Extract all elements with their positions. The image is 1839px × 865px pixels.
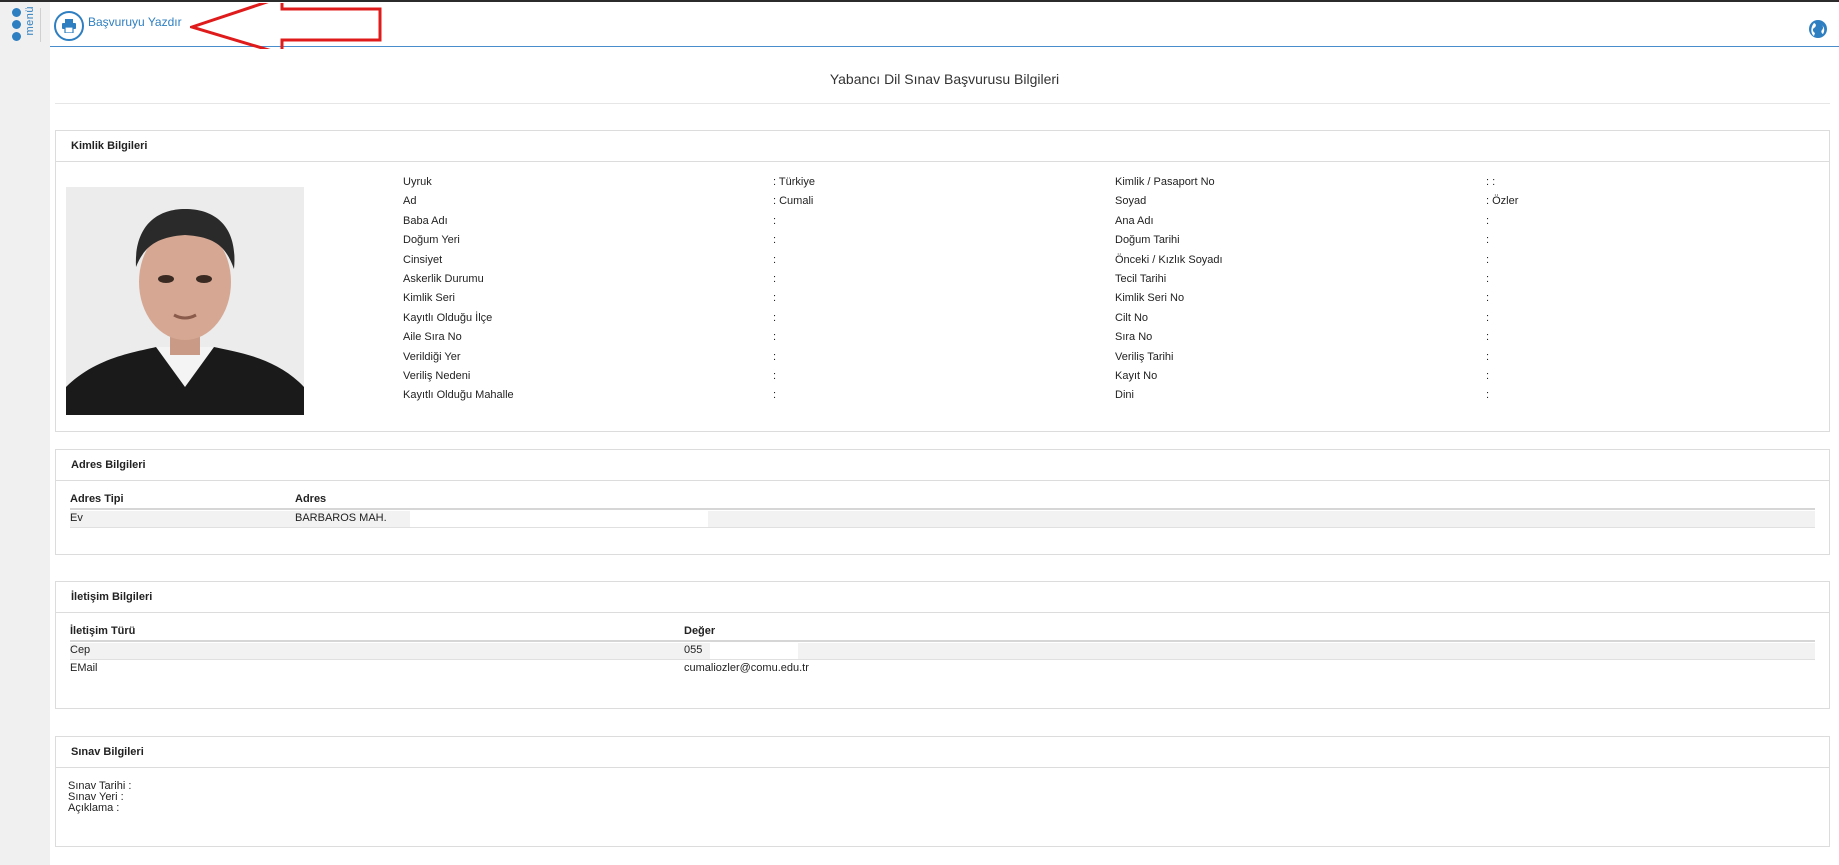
table-row: Cep 055	[70, 643, 1815, 660]
address-table-header: Adres Tipi Adres	[70, 492, 1815, 510]
identity-field-label: Kayıt No	[1115, 370, 1158, 382]
identity-field-value: :	[1486, 389, 1490, 402]
identity-field-value: :	[773, 234, 777, 247]
address-cell: BARBAROS MAH.	[295, 512, 387, 524]
table-row: Ev BARBAROS MAH.	[70, 511, 1815, 528]
identity-field-label: Kimlik Seri No	[1115, 292, 1185, 305]
menu-label: menü	[24, 6, 36, 36]
identity-field-label: Veriliş Tarihi	[1115, 350, 1174, 363]
contact-value-cell: cumaliozler@comu.edu.tr	[684, 662, 809, 674]
profile-photo	[66, 187, 304, 415]
exam-note-line: Açıklama :	[68, 802, 120, 814]
contact-panel-heading: İletişim Bilgileri	[56, 582, 1829, 613]
window-top-border	[0, 0, 1839, 2]
identity-field-value: :	[1486, 350, 1490, 363]
identity-field-label: Doğum Yeri	[403, 234, 460, 247]
identity-field-label: Kimlik / Pasaport No	[1115, 176, 1215, 188]
address-type-cell: Ev	[70, 512, 83, 524]
identity-field-value: :	[1486, 292, 1490, 305]
printer-icon	[54, 11, 84, 41]
identity-field-label: Kimlik Seri	[403, 292, 455, 305]
address-header: Adres	[295, 493, 327, 505]
table-row: EMail cumaliozler@comu.edu.tr	[70, 661, 1815, 677]
identity-field-value: :	[1486, 370, 1490, 382]
identity-field-label: Kayıtlı Olduğu Mahalle	[403, 389, 514, 402]
identity-field-value: : Türkiye	[773, 176, 815, 188]
identity-field-value: : :	[1486, 176, 1496, 188]
print-application-button[interactable]: Başvuruyu Yazdır	[54, 9, 182, 43]
contact-value-header: Değer	[684, 625, 716, 637]
identity-field-value: :	[1486, 273, 1490, 285]
identity-field-value: :	[1486, 234, 1490, 247]
red-arrow-annotation	[190, 3, 382, 49]
contact-type-cell: EMail	[70, 662, 98, 674]
identity-field-value: :	[773, 253, 777, 266]
identity-field-label: Doğum Tarihi	[1115, 234, 1180, 247]
exam-panel-heading: Sınav Bilgileri	[56, 737, 1829, 768]
print-application-label: Başvuruyu Yazdır	[88, 15, 182, 29]
contact-panel: İletişim Bilgileri İletişim Türü Değer C…	[55, 581, 1830, 709]
identity-field-label: Önceki / Kızlık Soyadı	[1115, 253, 1223, 266]
identity-field-value: :	[1486, 331, 1490, 344]
address-panel-heading: Adres Bilgileri	[56, 450, 1829, 481]
left-rail	[0, 2, 50, 865]
identity-field-value: : Cumali	[773, 195, 814, 208]
identity-field-label: Uyruk	[403, 176, 432, 188]
page-title: Yabancı Dil Sınav Başvurusu Bilgileri	[829, 71, 1060, 87]
identity-field-label: Soyad	[1115, 195, 1147, 208]
identity-field-label: Verildiği Yer	[403, 350, 461, 363]
identity-field-label: Dini	[1115, 389, 1134, 402]
contact-type-cell: Cep	[70, 644, 91, 656]
address-type-header: Adres Tipi	[70, 493, 124, 505]
identity-field-value: :	[773, 331, 777, 344]
identity-field-label: Aile Sıra No	[403, 331, 462, 344]
identity-field-label: Ad	[403, 195, 417, 208]
identity-field-label: Kayıtlı Olduğu İlçe	[403, 311, 493, 324]
identity-panel: Kimlik Bilgileri Uyruk : Türkiye Kimlik / …	[55, 130, 1830, 432]
menu-button[interactable]: menü	[10, 6, 40, 44]
identity-field-label: Cinsiyet	[403, 253, 443, 266]
menu-divider	[40, 8, 41, 42]
identity-field-label: Tecil Tarihi	[1115, 273, 1167, 285]
identity-field-label: Cilt No	[1115, 311, 1149, 324]
identity-field-value: :	[1486, 311, 1490, 324]
identity-field-value: :	[773, 350, 777, 363]
identity-field-value: :	[773, 292, 777, 305]
identity-panel-heading: Kimlik Bilgileri	[56, 131, 1829, 162]
identity-field-value: :	[1486, 253, 1490, 266]
address-panel: Adres Bilgileri Adres Tipi Adres Ev BARB…	[55, 449, 1830, 555]
identity-field-value: :	[773, 273, 777, 285]
identity-field-value: : Özler	[1486, 195, 1519, 208]
redacted-address-area	[410, 511, 708, 527]
identity-field-label: Ana Adı	[1115, 214, 1154, 227]
identity-field-value: :	[773, 311, 777, 324]
contact-value-cell: 055	[684, 644, 703, 656]
identity-field-label: Askerlik Durumu	[403, 273, 484, 285]
globe-icon[interactable]	[1808, 19, 1828, 39]
identity-field-label: Baba Adı	[403, 214, 448, 227]
redacted-phone-area	[710, 643, 798, 659]
identity-field-value: :	[1486, 214, 1490, 227]
contact-type-header: İletişim Türü	[70, 625, 136, 637]
identity-field-label: Sıra No	[1115, 331, 1153, 344]
identity-field-value: :	[773, 370, 777, 382]
title-divider	[55, 103, 1830, 104]
identity-field-value: :	[773, 389, 777, 402]
exam-panel: Sınav Bilgileri Sınav Tarihi : Sınav Yer…	[55, 736, 1830, 847]
identity-field-label: Veriliş Nedeni	[403, 370, 471, 382]
identity-field-value: :	[773, 214, 777, 227]
contact-table-header: İletişim Türü Değer	[70, 624, 1815, 642]
